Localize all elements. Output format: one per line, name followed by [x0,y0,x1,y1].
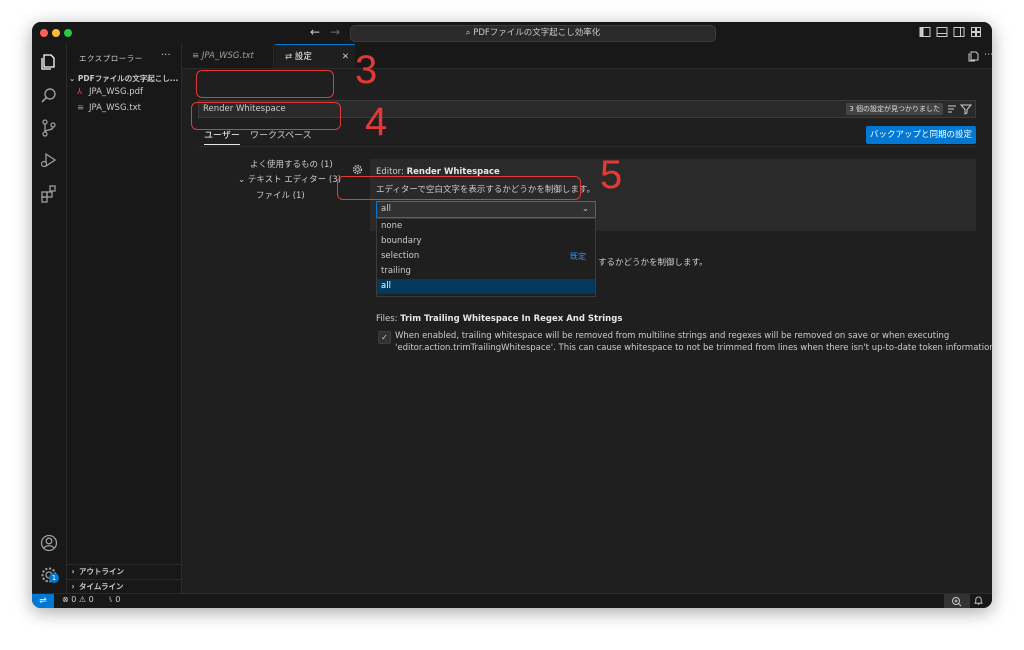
tab-bar: ≡ JPA_WSG.txt ⇄ 設定 ✕ ⋯ [182,44,992,69]
tab-settings[interactable]: ⇄ 設定 ✕ [275,44,355,68]
render-whitespace-select[interactable]: all ⌄ [376,201,596,218]
checkmark-icon: ✓ [381,333,388,342]
chevron-right-icon: › [71,582,75,591]
toggle-panel-icon[interactable] [936,26,948,38]
title-bar: ← → ⌕ PDFファイルの文字起こし効率化 [32,22,992,45]
folder-name: PDFファイルの文字起こし... [77,74,179,83]
timeline-label: タイムライン [79,582,124,591]
annotation-box-scope [191,102,341,130]
problems-indicator[interactable]: ⊗ 0 ⚠ 0 [62,595,94,604]
file-name: JPA_WSG.pdf [89,87,144,97]
annotation-number: 4 [365,100,388,144]
setting-title: Files: Trim Trailing Whitespace In Regex… [376,314,623,324]
option-selection[interactable]: selection [377,249,595,264]
chevron-down-icon: ⌄ [69,74,76,83]
trim-trailing-checkbox[interactable]: ✓ [378,331,391,344]
activity-bar [32,44,67,593]
explorer-sidebar: エクスプローラー ··· ⌄ PDFファイルの文字起こし... ⅄ JPA_WSG… [67,44,182,593]
sidebar-title: エクスプローラー [79,54,143,63]
forward-arrow-icon[interactable]: → [330,25,340,39]
results-count-badge: 3 個の設定が見つかりました [846,103,943,115]
remote-indicator-icon[interactable]: ⇌ [32,594,54,608]
tab-user[interactable]: ユーザー [204,128,240,145]
clear-filter-icon[interactable] [946,103,958,115]
extensions-icon[interactable] [39,184,59,204]
close-tab-icon[interactable]: ✕ [342,45,349,69]
vscode-window: ← → ⌕ PDFファイルの文字起こし効率化 1 エクスプローラー ··· ⌄ … [32,22,992,608]
more-actions-icon[interactable]: ··· [161,50,171,61]
outline-label: アウトライン [79,567,124,576]
option-trailing[interactable]: trailing [377,264,595,279]
outline-section[interactable]: › アウトライン [67,564,181,579]
minimize-window-button[interactable] [52,29,60,37]
option-boundary[interactable]: boundary [377,234,595,249]
command-center-label: PDFファイルの文字起こし効率化 [473,28,601,38]
workspace-folder[interactable]: ⌄ PDFファイルの文字起こし... [69,73,178,84]
pdf-icon: ⅄ [77,87,83,97]
status-bar: ⇌ ⊗ 0 ⚠ 0 ⑊ 0 [32,593,992,608]
setting-description-obscured: するかどうかを制御します。 [598,258,708,268]
settings-sliders-icon: ⇄ [285,52,295,62]
toc-item-files[interactable]: ファイル (1) [256,189,305,201]
update-badge: 1 [49,573,59,583]
toc-item-text-editor[interactable]: ⌄ テキスト エディター (3) [238,173,341,185]
annotation-box-search [196,70,334,98]
file-name: JPA_WSG.txt [89,103,141,113]
more-icon[interactable]: ⋯ [984,50,992,62]
chevron-right-icon: › [71,567,75,576]
toc-label: テキスト エディター (3) [247,175,341,185]
file-item[interactable]: ≡ JPA_WSG.txt [77,103,141,113]
annotation-number: 3 [355,48,378,92]
annotation-box-select [337,176,581,200]
timeline-section[interactable]: › タイムライン [67,579,181,594]
select-value: all [381,204,391,214]
chevron-down-icon: ⌄ [581,204,589,214]
close-window-button[interactable] [40,29,48,37]
toggle-primary-sidebar-icon[interactable] [919,26,931,38]
search-icon[interactable] [39,86,59,106]
account-icon[interactable] [39,533,59,553]
toc-item-commonly-used[interactable]: よく使用するもの (1) [250,158,333,170]
option-none[interactable]: none [377,219,595,234]
tab-jpa-wsg-txt[interactable]: ≡ JPA_WSG.txt [182,44,274,68]
annotation-number: 5 [600,153,623,197]
open-settings-json-icon[interactable] [968,50,980,62]
setting-gear-icon[interactable] [352,164,363,175]
zoom-window-button[interactable] [64,29,72,37]
text-file-icon: ≡ [192,51,202,61]
zoom-icon[interactable] [944,594,970,608]
chevron-down-icon: ⌄ [238,175,248,185]
backup-sync-button[interactable]: バックアップと同期の設定 [865,126,976,144]
ports-indicator[interactable]: ⑊ 0 [108,595,120,604]
filter-icon[interactable] [959,103,973,115]
command-center[interactable]: ⌕ PDFファイルの文字起こし効率化 [350,25,716,42]
explorer-icon[interactable] [39,52,59,72]
source-control-icon[interactable] [39,118,59,138]
tab-label: JPA_WSG.txt [201,51,254,61]
setting-description: 'editor.action.trimTrailingWhitespace'. … [395,343,992,353]
notifications-bell-icon[interactable] [973,595,984,608]
text-file-icon: ≡ [77,103,85,113]
option-all[interactable]: all [377,279,595,294]
file-item[interactable]: ⅄ JPA_WSG.pdf [77,87,143,97]
back-arrow-icon[interactable]: ← [310,25,320,39]
setting-description: When enabled, trailing whitespace will b… [395,331,950,341]
customize-layout-icon[interactable] [970,26,982,38]
tab-label: 設定 [294,52,312,62]
default-label: 既定 [570,252,586,261]
run-debug-icon[interactable] [39,150,59,170]
select-dropdown: none boundary selection trailing all [376,218,596,297]
toggle-secondary-sidebar-icon[interactable] [953,26,965,38]
